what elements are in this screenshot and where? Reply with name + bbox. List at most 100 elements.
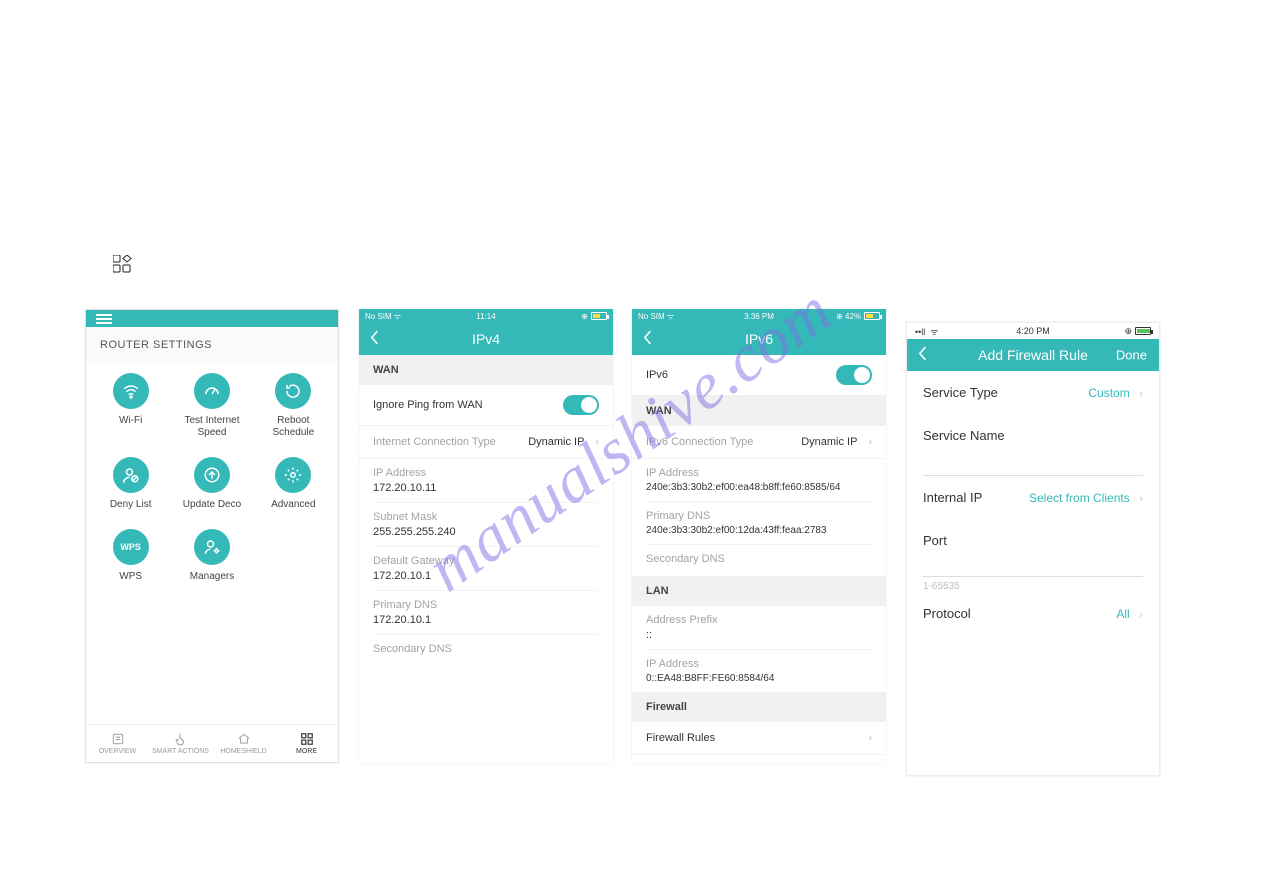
ignore-ping-row: Ignore Ping from WAN	[359, 385, 613, 426]
page-title: IPv4	[472, 331, 500, 347]
grid-label: Deny List	[110, 499, 152, 511]
tab-label: SMART ACTIONS	[152, 748, 209, 755]
field-default-gateway: Default Gateway 172.20.10.1	[359, 547, 613, 591]
field-primary-dns: Primary DNS 172.20.10.1	[359, 591, 613, 635]
grid-label: WPS	[119, 571, 142, 583]
chevron-right-icon: ›	[1139, 609, 1143, 621]
internal-ip-value: Select from Clients	[1029, 491, 1130, 505]
navbar: IPv6	[632, 323, 886, 355]
ignore-ping-toggle[interactable]	[563, 395, 599, 415]
grid-item-wifi[interactable]: Wi-Fi	[90, 373, 171, 439]
upload-icon	[194, 457, 230, 493]
gear-icon	[275, 457, 311, 493]
wps-icon-text: WPS	[120, 542, 141, 552]
conn-type-row[interactable]: Internet Connection Type Dynamic IP ›	[359, 426, 613, 459]
field-primary-dns: Primary DNS 240e:3b3:30b2:ef00:12da:43ff…	[632, 502, 886, 545]
wan-section-header: WAN	[359, 355, 613, 385]
ipv6-toggle-row: IPv6	[632, 355, 886, 396]
tab-label: HOMESHIELD	[220, 748, 266, 755]
user-deny-icon	[113, 457, 149, 493]
port-input[interactable]	[907, 554, 1159, 576]
ipv6-toggle[interactable]	[836, 365, 872, 385]
grid-menu-icon	[113, 255, 133, 278]
screen-add-firewall-rule: ••ll ᯤ 4:20 PM ⊕ Add Firewall Rule Done …	[906, 322, 1160, 776]
field-lan-ip: IP Address 0::EA48:B8FF:FE60:8584/64	[632, 650, 886, 692]
wan-section-header: WAN	[632, 396, 886, 426]
field-address-prefix: Address Prefix ::	[632, 606, 886, 650]
chevron-right-icon: ›	[1139, 493, 1143, 505]
service-type-row[interactable]: Service Type Custom ›	[907, 371, 1159, 414]
protocol-row[interactable]: Protocol All ›	[907, 592, 1159, 635]
chevron-left-icon	[642, 330, 654, 346]
firewall-rules-label: Firewall Rules	[646, 732, 715, 744]
section-title: ROUTER SETTINGS	[86, 327, 338, 363]
speed-gauge-icon	[194, 373, 230, 409]
chevron-right-icon: ›	[595, 436, 599, 448]
port-hint: 1-65535	[907, 577, 1159, 592]
conn-type-label: Internet Connection Type	[373, 436, 496, 448]
ipv6-toggle-label: IPv6	[646, 369, 668, 381]
status-time: 11:14	[359, 312, 613, 321]
chevron-right-icon: ›	[868, 436, 872, 448]
field-ip-address: IP Address 240e:3b3:30b2:ef00:ea48:b8ff:…	[632, 459, 886, 502]
chevron-right-icon: ›	[1139, 388, 1143, 400]
grid-item-wps[interactable]: WPS WPS	[90, 529, 171, 583]
grid-item-reboot[interactable]: Reboot Schedule	[253, 373, 334, 439]
tab-smart-actions[interactable]: SMART ACTIONS	[149, 725, 212, 762]
grid-item-speedtest[interactable]: Test Internet Speed	[171, 373, 252, 439]
status-bar: ••ll ᯤ 4:20 PM ⊕	[907, 323, 1159, 339]
service-type-label: Service Type	[923, 385, 998, 400]
status-time: 3:36 PM	[632, 312, 886, 321]
navbar: Add Firewall Rule Done	[907, 339, 1159, 371]
done-button[interactable]: Done	[1116, 348, 1147, 363]
grid-label: Reboot Schedule	[258, 415, 328, 439]
protocol-value: All	[1116, 607, 1129, 621]
internal-ip-label: Internal IP	[923, 490, 982, 505]
port-label: Port	[923, 533, 947, 548]
tab-label: OVERVIEW	[99, 748, 137, 755]
grid-item-denylist[interactable]: Deny List	[90, 457, 171, 511]
back-button[interactable]	[917, 346, 929, 365]
wps-icon: WPS	[113, 529, 149, 565]
service-name-input[interactable]	[907, 449, 1159, 475]
lan-section-header: LAN	[632, 576, 886, 606]
tab-homeshield[interactable]: HOMESHIELD	[212, 725, 275, 762]
list-icon	[111, 732, 125, 746]
status-bar: No SIM ᯤ 11:14 ⊕	[359, 309, 613, 323]
page-title: IPv6	[745, 331, 773, 347]
tab-more[interactable]: MORE	[275, 725, 338, 762]
back-button[interactable]	[642, 330, 654, 349]
field-secondary-dns: Secondary DNS	[632, 545, 886, 576]
status-bar: No SIM ᯤ 3:36 PM ⊕ 42%	[632, 309, 886, 323]
firewall-rules-row[interactable]: Firewall Rules ›	[632, 722, 886, 755]
hamburger-icon[interactable]	[96, 312, 112, 326]
grid-item-update[interactable]: Update Deco	[171, 457, 252, 511]
screen-router-settings: ROUTER SETTINGS Wi-Fi Test Internet Spee…	[85, 309, 339, 763]
reboot-icon	[275, 373, 311, 409]
grid-label: Advanced	[271, 499, 315, 511]
bottom-tab-bar: OVERVIEW SMART ACTIONS HOMESHIELD MORE	[86, 724, 338, 762]
port-row: Port	[907, 519, 1159, 554]
grid-label: Managers	[190, 571, 234, 583]
top-menu-bar	[86, 310, 338, 327]
conn-type-row[interactable]: IPv6 Connection Type Dynamic IP ›	[632, 426, 886, 459]
field-subnet-mask: Subnet Mask 255.255.255.240	[359, 503, 613, 547]
grid-item-advanced[interactable]: Advanced	[253, 457, 334, 511]
screen-ipv4: No SIM ᯤ 11:14 ⊕ IPv4 WAN Ignore Ping fr…	[359, 309, 613, 763]
status-time: 4:20 PM	[907, 326, 1159, 336]
wifi-icon	[113, 373, 149, 409]
protocol-label: Protocol	[923, 606, 971, 621]
service-type-value: Custom	[1088, 386, 1129, 400]
internal-ip-row[interactable]: Internal IP Select from Clients ›	[907, 476, 1159, 519]
back-button[interactable]	[369, 330, 381, 349]
ignore-ping-label: Ignore Ping from WAN	[373, 399, 483, 411]
navbar: IPv4	[359, 323, 613, 355]
tap-icon	[174, 732, 188, 746]
conn-type-value: Dynamic IP	[528, 436, 584, 448]
grid-icon	[300, 732, 314, 746]
grid-label: Update Deco	[183, 499, 241, 511]
conn-type-label: IPv6 Connection Type	[646, 436, 753, 448]
tab-overview[interactable]: OVERVIEW	[86, 725, 149, 762]
grid-item-managers[interactable]: Managers	[171, 529, 252, 583]
screen-ipv6: No SIM ᯤ 3:36 PM ⊕ 42% IPv6 IPv6 WAN IPv…	[632, 309, 886, 763]
